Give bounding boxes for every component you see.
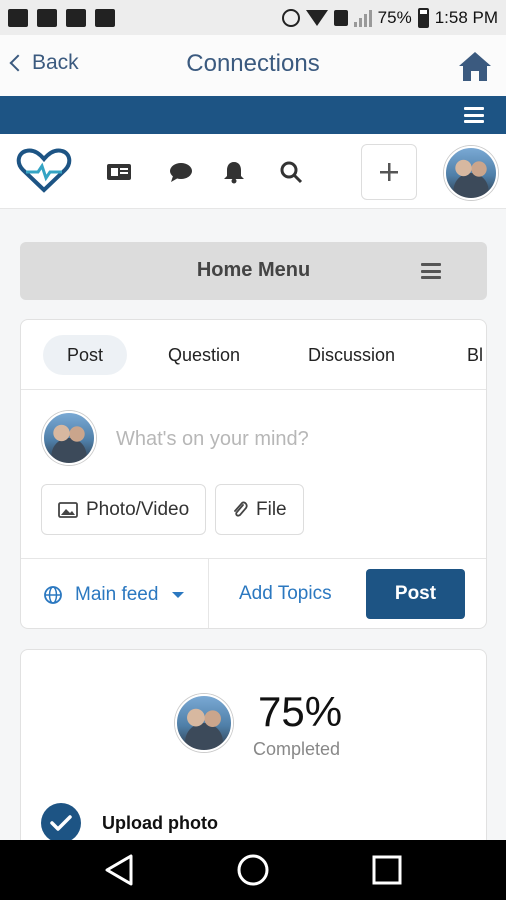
paperclip-icon	[234, 501, 248, 517]
photo-video-label: Photo/Video	[86, 498, 190, 520]
add-topics-link[interactable]: Add Topics	[239, 583, 332, 605]
bell-icon[interactable]	[221, 160, 247, 184]
news-icon[interactable]	[106, 160, 132, 184]
file-button[interactable]: File	[215, 484, 304, 535]
system-nav-bar	[0, 840, 506, 900]
create-button[interactable]	[361, 144, 417, 200]
wifi-icon	[305, 9, 328, 26]
clock: 1:58 PM	[434, 7, 498, 27]
tab-discussion[interactable]: Discussion	[308, 335, 395, 375]
photo-video-button[interactable]: Photo/Video	[41, 484, 207, 535]
tab-blog[interactable]: Bl	[467, 335, 483, 375]
plus-icon	[380, 163, 398, 181]
battery-percent: 75%	[377, 7, 412, 27]
app-bar: Back Connections	[0, 35, 506, 96]
tab-question[interactable]: Question	[168, 335, 240, 375]
battery-icon	[417, 7, 429, 28]
chat-icon[interactable]	[168, 160, 194, 184]
file-label: File	[256, 498, 287, 520]
tab-post[interactable]: Post	[43, 335, 128, 375]
check-icon	[41, 803, 81, 843]
menu-icon[interactable]	[464, 107, 484, 123]
progress-percent: 75%	[258, 688, 343, 735]
search-icon[interactable]	[279, 160, 305, 184]
photo-icon	[66, 8, 86, 27]
back-triangle-icon[interactable]	[101, 852, 137, 888]
globe-icon	[44, 586, 62, 604]
page-title: Connections	[186, 50, 320, 77]
site-menu-bar	[0, 96, 506, 134]
image-icon	[58, 501, 78, 518]
mail-icon	[37, 8, 57, 27]
home-menu-toggle[interactable]: Home Menu	[20, 242, 487, 300]
task-upload-photo[interactable]: Upload photo	[102, 813, 218, 834]
menu-icon	[421, 263, 441, 279]
home-menu-label: Home Menu	[196, 259, 311, 281]
system-status: 75% 1:58 PM	[281, 7, 498, 28]
top-nav	[0, 134, 506, 209]
post-button[interactable]: Post	[366, 569, 465, 619]
progress-avatar	[175, 694, 233, 752]
photo-icon	[95, 8, 115, 27]
notification-icons	[8, 8, 115, 27]
post-composer: Post Question Discussion Bl What's on yo…	[20, 319, 487, 629]
profile-progress-card: 75% Completed Upload photo	[20, 649, 487, 849]
progress-completed-label: Completed	[253, 739, 341, 759]
alarm-icon	[281, 8, 300, 27]
home-circle-icon[interactable]	[235, 852, 271, 888]
status-bar: 75% 1:58 PM	[0, 0, 506, 35]
composer-footer: Main feed Add Topics Post	[21, 558, 486, 628]
composer-tabs: Post Question Discussion Bl	[21, 320, 486, 390]
signal-icon	[353, 9, 372, 27]
composer-avatar	[42, 411, 96, 465]
feed-selector[interactable]: Main feed	[21, 559, 209, 628]
gallery-icon	[8, 8, 28, 27]
feed-label: Main feed	[75, 584, 159, 605]
user-avatar[interactable]	[444, 146, 498, 200]
recents-square-icon[interactable]	[369, 852, 405, 888]
caret-down-icon	[172, 592, 185, 598]
no-sim-icon	[333, 9, 348, 26]
post-input[interactable]: What's on your mind?	[116, 428, 309, 451]
home-icon[interactable]	[458, 50, 492, 82]
logo-heart-icon[interactable]	[16, 148, 72, 194]
